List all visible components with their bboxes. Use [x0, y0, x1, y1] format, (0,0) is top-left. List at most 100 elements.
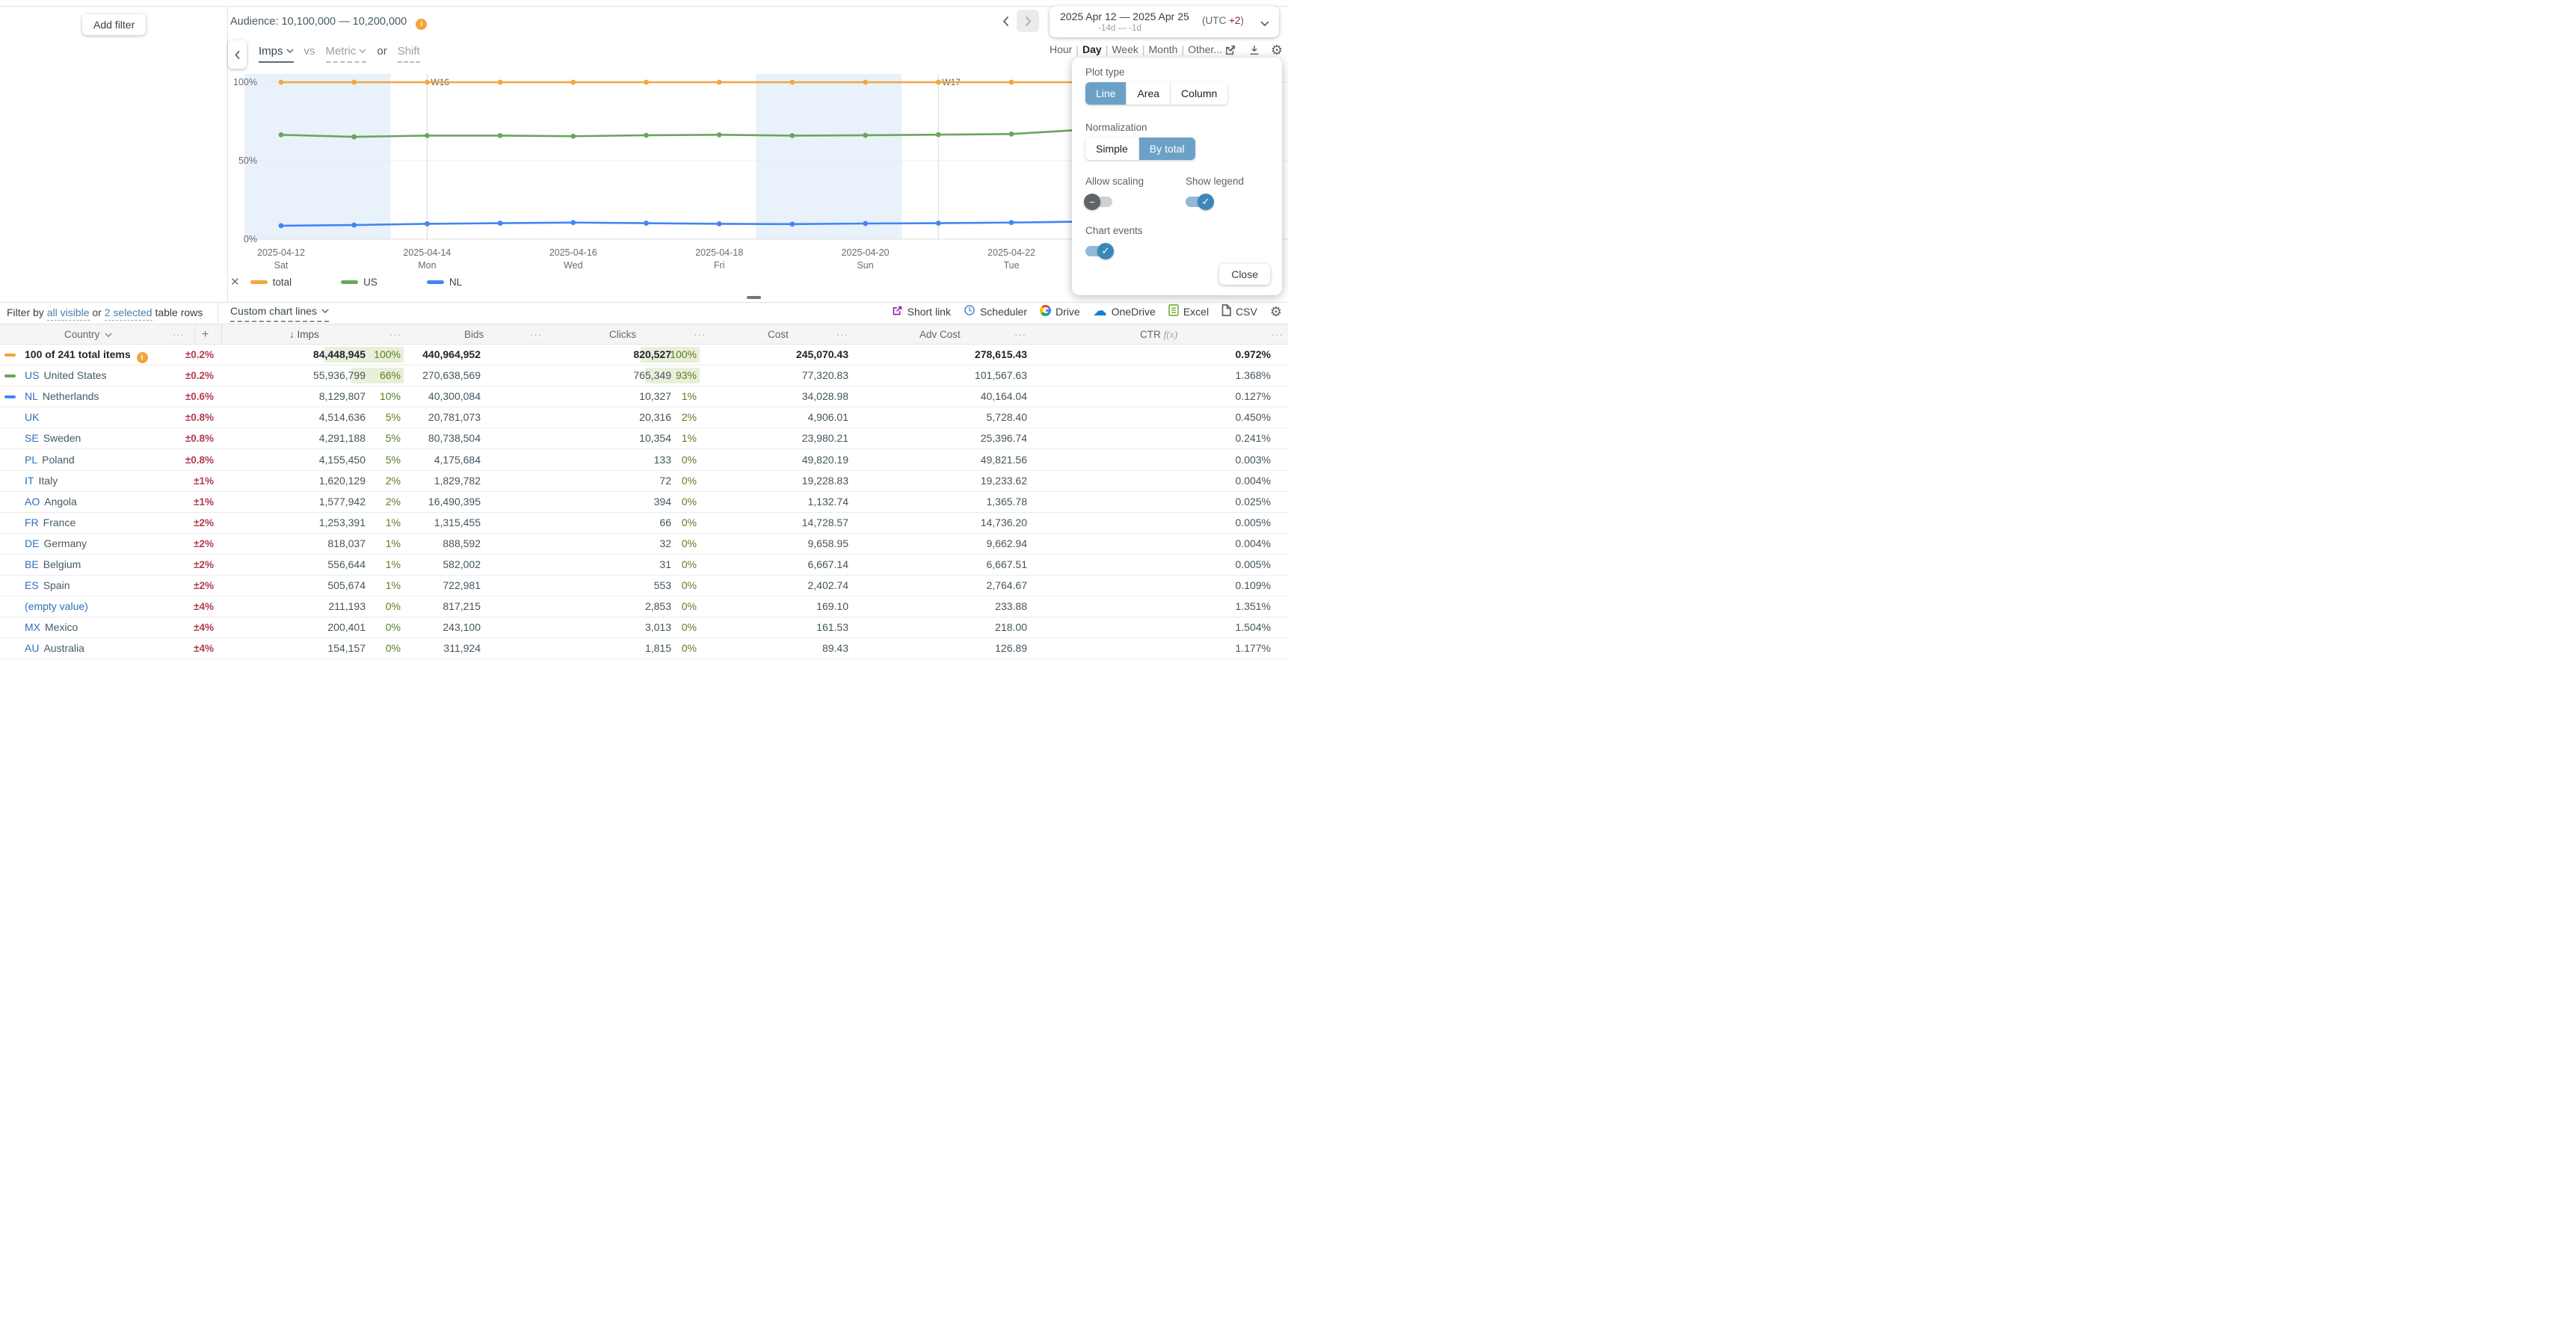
table-row[interactable]: BEBelgium±2%556,6441%582,002310%6,667.14… — [0, 555, 1288, 576]
table-row[interactable]: AUAustralia±4%154,1570%311,9241,8150%89.… — [0, 638, 1288, 659]
download-icon[interactable] — [1247, 43, 1262, 58]
table-row[interactable]: 100 of 241 total items i±0.2%84,448,9451… — [0, 345, 1288, 366]
data-point[interactable] — [279, 132, 284, 138]
data-point[interactable] — [790, 80, 795, 85]
table-row[interactable]: NLNetherlands±0.6%8,129,80710%40,300,084… — [0, 386, 1288, 407]
country-cell[interactable]: AOAngola — [25, 492, 77, 512]
data-point[interactable] — [498, 220, 503, 226]
granularity-option-hour[interactable]: Hour — [1050, 43, 1072, 55]
chart-resize-handle[interactable] — [747, 296, 761, 299]
plot-type-column[interactable]: Column — [1170, 82, 1227, 105]
data-point[interactable] — [498, 133, 503, 138]
next-period-button[interactable] — [1017, 10, 1039, 32]
column-header-ctr[interactable]: CTR f(x) — [1140, 324, 1177, 345]
data-point[interactable] — [863, 80, 868, 85]
column-header-clicks[interactable]: Clicks — [609, 324, 636, 345]
granularity-option-other[interactable]: Other... — [1188, 43, 1222, 55]
data-point[interactable] — [279, 223, 284, 229]
primary-metric-dropdown[interactable]: Imps — [259, 45, 294, 63]
column-menu-icon[interactable]: ··· — [1272, 324, 1284, 345]
table-row[interactable]: MXMexico±4%200,4010%243,1003,0130%161.53… — [0, 617, 1288, 638]
country-cell[interactable]: DEGermany — [25, 534, 87, 554]
data-point[interactable] — [351, 80, 357, 85]
table-row[interactable]: AOAngola±1%1,577,9422%16,490,3953940%1,1… — [0, 492, 1288, 513]
data-point[interactable] — [351, 135, 357, 140]
data-point[interactable] — [425, 221, 430, 226]
drive-button[interactable]: Drive — [1040, 305, 1080, 318]
country-cell[interactable]: (empty value) — [25, 596, 88, 617]
data-point[interactable] — [936, 80, 941, 85]
table-row[interactable]: PLPoland±0.8%4,155,4505%4,175,6841330%49… — [0, 450, 1288, 471]
data-point[interactable] — [425, 133, 430, 138]
legend-item-US[interactable]: US — [341, 277, 378, 288]
short-link-button[interactable]: Short link — [892, 305, 951, 318]
table-row[interactable]: UK±0.8%4,514,6365%20,781,07320,3162%4,90… — [0, 407, 1288, 428]
column-header-bids[interactable]: Bids — [464, 324, 484, 345]
country-cell[interactable]: BEBelgium — [25, 555, 81, 575]
granularity-option-month[interactable]: Month — [1149, 43, 1178, 55]
granularity-option-day[interactable]: Day — [1082, 43, 1102, 55]
chart-back-button[interactable] — [228, 40, 247, 69]
data-point[interactable] — [644, 133, 649, 138]
scheduler-button[interactable]: Scheduler — [964, 304, 1027, 318]
data-point[interactable] — [644, 80, 649, 85]
normalization-simple[interactable]: Simple — [1085, 138, 1138, 160]
column-header-imps[interactable]: ↓ Imps — [289, 324, 319, 345]
chart-events-toggle[interactable]: ✓ — [1085, 246, 1112, 256]
column-menu-icon[interactable]: ··· — [389, 324, 401, 345]
data-point[interactable] — [790, 221, 795, 226]
column-header-adv-cost[interactable]: Adv Cost — [919, 324, 961, 345]
data-point[interactable] — [570, 220, 576, 225]
data-point[interactable] — [570, 80, 576, 85]
open-in-new-icon[interactable] — [1223, 43, 1238, 58]
table-row[interactable]: ESSpain±2%505,6741%722,9815530%2,402.742… — [0, 576, 1288, 596]
data-point[interactable] — [351, 223, 357, 228]
data-point[interactable] — [863, 221, 868, 226]
filter-selected-link[interactable]: 2 selected — [105, 306, 152, 321]
country-cell[interactable]: FRFrance — [25, 513, 76, 533]
column-menu-icon[interactable]: ··· — [173, 324, 185, 345]
filter-all-visible-link[interactable]: all visible — [47, 306, 90, 321]
data-point[interactable] — [1009, 80, 1014, 85]
data-point[interactable] — [717, 80, 722, 85]
normalization-by-total[interactable]: By total — [1138, 138, 1195, 160]
country-cell[interactable]: MXMexico — [25, 617, 78, 638]
series-line-NL[interactable] — [281, 221, 1085, 225]
plot-type-line[interactable]: Line — [1085, 82, 1126, 105]
data-point[interactable] — [717, 221, 722, 226]
compare-metric-dropdown[interactable]: Metric — [326, 45, 367, 63]
custom-chart-lines-dropdown[interactable]: Custom chart lines — [230, 305, 329, 322]
data-point[interactable] — [863, 133, 868, 138]
chart-settings-gear-icon[interactable]: ⚙ — [1269, 43, 1284, 58]
data-point[interactable] — [279, 80, 284, 85]
data-point[interactable] — [936, 220, 941, 226]
column-menu-icon[interactable]: ··· — [694, 324, 706, 345]
data-point[interactable] — [644, 220, 649, 226]
data-point[interactable] — [790, 133, 795, 138]
country-cell[interactable]: ITItaly — [25, 471, 58, 491]
column-menu-icon[interactable]: ··· — [530, 324, 542, 345]
data-point[interactable] — [717, 132, 722, 138]
country-cell[interactable]: PLPoland — [25, 450, 75, 470]
data-point[interactable] — [498, 80, 503, 85]
column-header-cost[interactable]: Cost — [768, 324, 789, 345]
add-column-button[interactable]: + — [202, 324, 209, 345]
column-header-country[interactable]: Country — [64, 324, 112, 345]
legend-close-icon[interactable]: ✕ — [230, 275, 240, 289]
country-cell[interactable]: UK — [25, 407, 39, 428]
country-cell[interactable]: 100 of 241 total items i — [25, 345, 148, 365]
data-point[interactable] — [1009, 220, 1014, 225]
total-info-icon[interactable]: i — [137, 352, 148, 363]
plot-type-area[interactable]: Area — [1126, 82, 1170, 105]
country-cell[interactable]: NLNetherlands — [25, 386, 99, 407]
excel-button[interactable]: Excel — [1168, 304, 1209, 318]
table-row[interactable]: (empty value)±4%211,1930%817,2152,8530%1… — [0, 596, 1288, 617]
country-cell[interactable]: AUAustralia — [25, 638, 84, 659]
csv-button[interactable]: CSV — [1221, 304, 1257, 318]
data-point[interactable] — [1009, 132, 1014, 137]
table-row[interactable]: USUnited States±0.2%55,936,79966%270,638… — [0, 366, 1288, 386]
table-row[interactable]: ITItaly±1%1,620,1292%1,829,782720%19,228… — [0, 471, 1288, 492]
country-cell[interactable]: ESSpain — [25, 576, 70, 596]
data-point[interactable] — [425, 80, 430, 85]
data-point[interactable] — [936, 132, 941, 138]
